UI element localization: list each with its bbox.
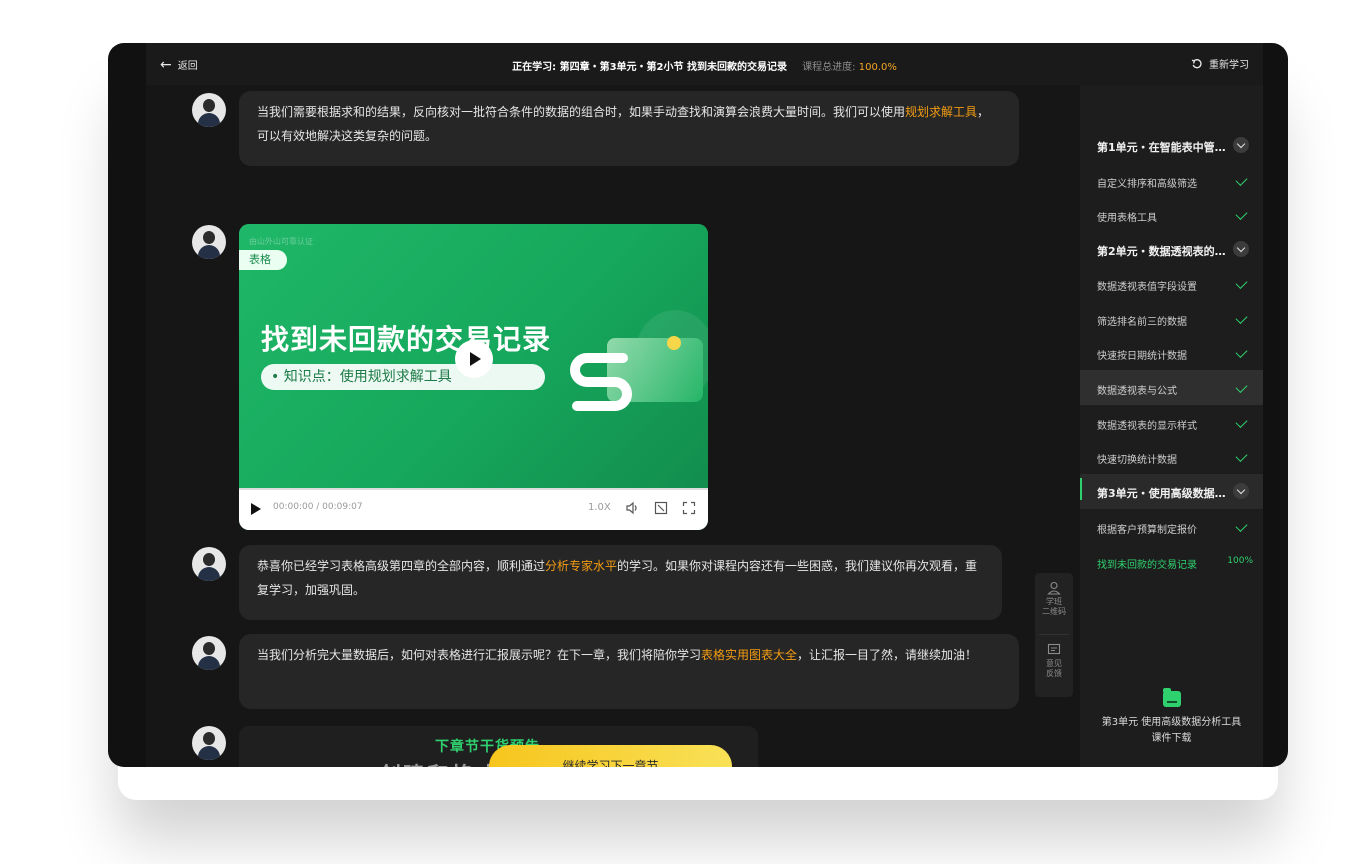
message-link[interactable]: 分析专家水平: [545, 559, 617, 573]
folder-icon: [1162, 688, 1181, 707]
unit-title: 第2单元・数据透视表的高...: [1097, 245, 1229, 258]
top-bar: ← 返回 正在学习: 第四章・第3单元・第2小节 找到未回款的交易记录 课程总进…: [146, 43, 1263, 85]
feedback-button[interactable]: 意见 反馈: [1035, 635, 1073, 693]
video-thumbnail: 由山外山可靠认证 表格 找到未回款的交易记录 • 知识点：使用规划求解工具: [239, 224, 708, 488]
courseware-download-button[interactable]: 第3单元 使用高级数据分析工具 课件下载: [1080, 688, 1263, 747]
picture-in-picture-icon[interactable]: [654, 501, 668, 515]
progress-value: 100.0%: [858, 62, 897, 73]
lesson-item[interactable]: 快速切换统计数据: [1080, 439, 1263, 474]
device-frame: ← 返回 正在学习: 第四章・第3单元・第2小节 找到未回款的交易记录 课程总进…: [108, 43, 1288, 767]
preview-title: 创建和格式: [379, 758, 499, 767]
message-bubble: 当我们需要根据求和的结果，反向核对一批符合条件的数据的组合时，如果手动查找和演算…: [239, 91, 1019, 166]
download-label: 课件下载: [1151, 733, 1192, 744]
lesson-item[interactable]: 快速按日期统计数据: [1080, 335, 1263, 370]
lesson-item[interactable]: 使用表格工具: [1080, 197, 1263, 232]
feedback-label: 反馈: [1046, 669, 1062, 678]
message-link[interactable]: 表格实用图表大全: [701, 648, 797, 662]
message-bubble: 当我们分析完大量数据后，如何对表格进行汇报展示呢？在下一章，我们将陪你学习表格实…: [239, 634, 1019, 709]
app-window: ← 返回 正在学习: 第四章・第3单元・第2小节 找到未回款的交易记录 课程总进…: [146, 43, 1263, 767]
lesson-item[interactable]: 数据透视表值字段设置: [1080, 266, 1263, 301]
video-subtitle: • 知识点：使用规划求解工具: [261, 364, 545, 390]
check-icon: [1235, 276, 1248, 290]
lesson-title: 正在学习: 第四章・第3单元・第2小节 找到未回款的交易记录: [512, 62, 787, 73]
unit-1-header[interactable]: 第1单元・在智能表中管理...: [1080, 128, 1263, 163]
volume-icon[interactable]: [625, 501, 639, 515]
download-title: 第3单元 使用高级数据分析工具: [1101, 717, 1242, 728]
lesson-item-current[interactable]: 找到未回款的交易记录 100%: [1080, 544, 1263, 579]
video-title: 找到未回款的交易记录: [261, 323, 552, 356]
fullscreen-icon[interactable]: [682, 501, 696, 515]
feedback-label: 意见: [1046, 659, 1062, 668]
lesson-title: 筛选排名前三的数据: [1097, 317, 1187, 328]
check-icon: [1235, 345, 1248, 359]
playback-rate[interactable]: 1.0X: [588, 502, 611, 513]
chevron-down-icon[interactable]: [1233, 241, 1249, 257]
message-text: 当我们需要根据求和的结果，反向核对一批符合条件的数据的组合时，如果手动查找和演算…: [257, 105, 906, 119]
unit-3-header[interactable]: 第3单元・使用高级数据分...: [1080, 474, 1263, 509]
s-logo-icon: [570, 353, 632, 411]
check-icon: [1235, 173, 1248, 187]
check-icon: [1235, 415, 1248, 429]
play-overlay-button[interactable]: [455, 340, 493, 378]
chevron-down-icon[interactable]: [1233, 483, 1249, 499]
avatar: [192, 93, 226, 127]
qr-code-button[interactable]: 学班 二维码: [1035, 573, 1073, 631]
message-bubble: 恭喜你已经学习表格高级第四章的全部内容，顺利通过分析专家水平的学习。如果你对课程…: [239, 545, 1002, 620]
course-outline-sidebar: 第1单元・在智能表中管理... 自定义排序和高级筛选 使用表格工具 第2单元・数…: [1080, 85, 1263, 767]
restart-icon: [1191, 58, 1202, 68]
restart-label: 重新学习: [1209, 60, 1249, 71]
chat-area: 当我们需要根据求和的结果，反向核对一批符合条件的数据的组合时，如果手动查找和演算…: [146, 85, 1076, 767]
lesson-item[interactable]: 根据客户预算制定报价: [1080, 509, 1263, 544]
qr-label: 学班: [1046, 597, 1062, 606]
lesson-item[interactable]: 自定义排序和高级筛选: [1080, 163, 1263, 198]
unit-2-header[interactable]: 第2单元・数据透视表的高...: [1080, 232, 1263, 267]
avatar: [192, 547, 226, 581]
lesson-title: 快速切换统计数据: [1097, 455, 1177, 466]
lesson-item[interactable]: 数据透视表与公式: [1080, 370, 1263, 405]
page-title: 正在学习: 第四章・第3单元・第2小节 找到未回款的交易记录 课程总进度: 10…: [146, 58, 1263, 73]
check-icon: [1235, 449, 1248, 463]
message-text: 当我们分析完大量数据后，如何对表格进行汇报展示呢？在下一章，我们将陪你学习: [257, 648, 702, 662]
video-progress-bar[interactable]: [239, 488, 708, 490]
check-icon: [1235, 380, 1248, 394]
lesson-title: 数据透视表值字段设置: [1097, 282, 1197, 293]
lesson-title: 找到未回款的交易记录: [1097, 560, 1197, 571]
message-link[interactable]: 规划求解工具: [905, 105, 977, 119]
message-text: 恭喜你已经学习表格高级第四章的全部内容，顺利通过: [257, 559, 546, 573]
lesson-title: 使用表格工具: [1097, 213, 1157, 224]
avatar: [192, 726, 226, 760]
check-icon: [1235, 207, 1248, 221]
lesson-title: 数据透视表与公式: [1097, 386, 1177, 397]
restart-button[interactable]: 重新学习: [1191, 56, 1249, 71]
video-player[interactable]: 由山外山可靠认证 表格 找到未回款的交易记录 • 知识点：使用规划求解工具 00…: [239, 224, 708, 530]
avatar: [192, 225, 226, 259]
lesson-progress: 100%: [1227, 556, 1253, 566]
avatar: [192, 636, 226, 670]
unit-title: 第1单元・在智能表中管理...: [1097, 141, 1229, 154]
progress-label: 课程总进度:: [802, 62, 856, 73]
check-icon: [1235, 519, 1248, 533]
video-tag: 表格: [239, 250, 287, 270]
lesson-title: 自定义排序和高级筛选: [1097, 179, 1197, 190]
lesson-title: 根据客户预算制定报价: [1097, 525, 1197, 536]
video-time: 00:00:00 / 00:09:07: [273, 502, 363, 512]
continue-next-chapter-button[interactable]: 继续学习下一章节: [489, 745, 732, 767]
floating-toolbar: 学班 二维码 意见 反馈: [1035, 573, 1073, 697]
play-icon[interactable]: [251, 503, 261, 515]
lesson-title: 数据透视表的显示样式: [1097, 421, 1197, 432]
message-text: ，让汇报一目了然，请继续加油！: [797, 648, 978, 662]
user-icon: [1047, 581, 1061, 595]
chevron-down-icon[interactable]: [1233, 137, 1249, 153]
lesson-item[interactable]: 数据透视表的显示样式: [1080, 405, 1263, 440]
check-icon: [1235, 311, 1248, 325]
unit-title: 第3单元・使用高级数据分...: [1097, 487, 1229, 500]
feedback-icon: [1047, 643, 1061, 655]
video-controls: 00:00:00 / 00:09:07 1.0X: [239, 488, 708, 530]
qr-label: 二维码: [1042, 607, 1066, 616]
lesson-title: 快速按日期统计数据: [1097, 351, 1187, 362]
lesson-item[interactable]: 筛选排名前三的数据: [1080, 301, 1263, 336]
